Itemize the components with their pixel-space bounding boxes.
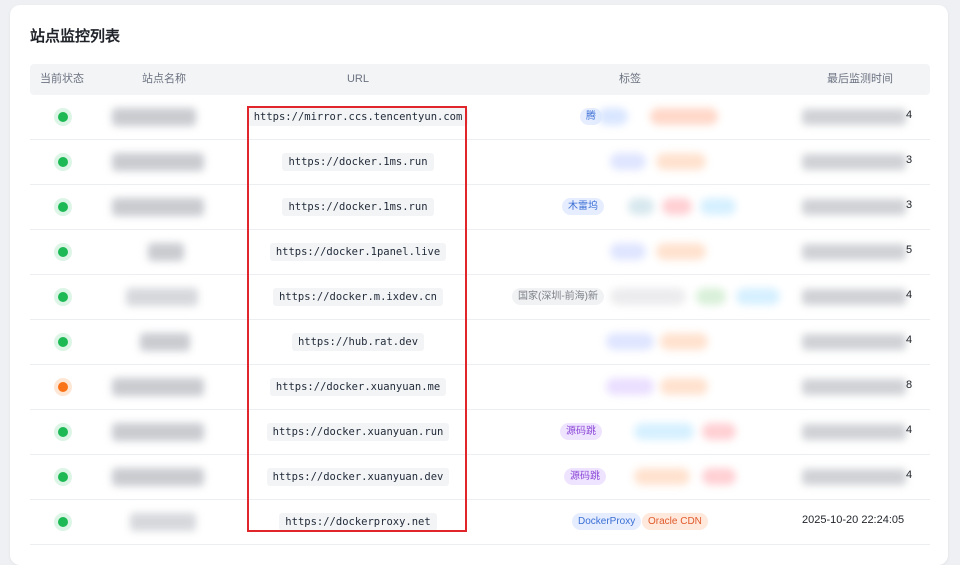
- status-dot-ok: [58, 427, 68, 437]
- tag-oracle-cdn: Oracle CDN: [642, 513, 708, 530]
- status-dot-warning: [58, 382, 68, 392]
- site-url[interactable]: https://docker.1panel.live: [269, 243, 447, 261]
- last-check-time: 4: [906, 469, 913, 481]
- table-row[interactable]: https://docker.xuanyuan.me 8: [30, 365, 930, 410]
- header-url: URL: [346, 73, 369, 85]
- status-dot-ok: [58, 247, 68, 257]
- tag: 木雷坞: [562, 198, 604, 215]
- tag-list: 源码跳: [500, 410, 830, 454]
- site-name-redacted: [112, 198, 204, 216]
- last-check-time: 5: [906, 244, 913, 256]
- tag-dockerproxy: DockerProxy: [572, 513, 642, 530]
- site-monitor-table: 当前状态 站点名称 URL 标签 最后监测时间 https://mirror.c…: [30, 64, 930, 545]
- tag-list: 腾: [500, 95, 830, 139]
- header-tags: 标签: [619, 73, 641, 85]
- site-url[interactable]: https://mirror.ccs.tencentyun.com: [247, 108, 469, 126]
- site-name-redacted: [130, 513, 196, 531]
- site-url[interactable]: https://docker.m.ixdev.cn: [272, 288, 444, 306]
- table-row[interactable]: https://dockerproxy.net DockerProxy Orac…: [30, 500, 930, 545]
- status-dot-ok: [58, 292, 68, 302]
- site-url[interactable]: https://docker.1ms.run: [282, 153, 434, 171]
- site-name-redacted: [112, 378, 204, 396]
- site-name-redacted: [112, 468, 204, 486]
- tag-list: [500, 230, 830, 274]
- tag-list: 木雷坞: [500, 185, 830, 229]
- last-check-time: 3: [906, 199, 913, 211]
- last-check-time: 4: [906, 424, 913, 436]
- tag: 源码跳: [564, 468, 606, 485]
- status-dot-ok: [58, 472, 68, 482]
- table-row[interactable]: https://hub.rat.dev 4: [30, 320, 930, 365]
- table-row[interactable]: https://docker.1ms.run 3: [30, 140, 930, 185]
- site-url[interactable]: https://docker.xuanyuan.dev: [266, 468, 450, 486]
- last-check-time: 8: [906, 379, 913, 391]
- page-title: 站点监控列表: [30, 28, 121, 45]
- site-url[interactable]: https://hub.rat.dev: [291, 333, 425, 351]
- header-last-check: 最后监测时间: [827, 73, 893, 85]
- tag-list: [500, 365, 830, 409]
- site-name-redacted: [140, 333, 190, 351]
- site-name-redacted: [126, 288, 198, 306]
- tag-list: 源码跳: [500, 455, 830, 499]
- header-status: 当前状态: [40, 73, 84, 85]
- site-name-redacted: [112, 108, 196, 126]
- site-name-redacted: [112, 153, 204, 171]
- table-row[interactable]: https://docker.1panel.live 5: [30, 230, 930, 275]
- table-header: 当前状态 站点名称 URL 标签 最后监测时间: [30, 64, 930, 95]
- site-url[interactable]: https://docker.xuanyuan.run: [266, 423, 450, 441]
- site-monitor-card: 站点监控列表 当前状态 站点名称 URL 标签 最后监测时间 https://m…: [10, 5, 948, 565]
- last-check-time: 4: [906, 334, 913, 346]
- last-check-time: 2025-10-20 22:24:05: [802, 514, 905, 526]
- last-check-time: 4: [906, 289, 913, 301]
- tag-list: 国家(深圳-前海)新: [500, 275, 830, 319]
- tag-list: DockerProxy Oracle CDN: [500, 500, 830, 544]
- table-row[interactable]: https://docker.xuanyuan.dev 源码跳 4: [30, 455, 930, 500]
- tag-list: [500, 320, 830, 364]
- status-dot-ok: [58, 157, 68, 167]
- status-dot-ok: [58, 337, 68, 347]
- site-name-redacted: [148, 243, 184, 261]
- site-url[interactable]: https://docker.1ms.run: [282, 198, 434, 216]
- last-check-time: 4: [906, 109, 913, 121]
- table-row[interactable]: https://mirror.ccs.tencentyun.com 腾 4: [30, 95, 930, 140]
- site-url[interactable]: https://dockerproxy.net: [279, 513, 437, 531]
- status-dot-ok: [58, 202, 68, 212]
- tag-list: [500, 140, 830, 184]
- table-row[interactable]: https://docker.xuanyuan.run 源码跳 4: [30, 410, 930, 455]
- table-row[interactable]: https://docker.m.ixdev.cn 国家(深圳-前海)新 4: [30, 275, 930, 320]
- table-row[interactable]: https://docker.1ms.run 木雷坞 3: [30, 185, 930, 230]
- last-check-time: 3: [906, 154, 913, 166]
- site-name-redacted: [112, 423, 204, 441]
- tag: 源码跳: [560, 423, 602, 440]
- status-dot-ok: [58, 112, 68, 122]
- tag: 国家(深圳-前海)新: [512, 288, 604, 305]
- site-url[interactable]: https://docker.xuanyuan.me: [269, 378, 447, 396]
- header-name: 站点名称: [142, 73, 186, 85]
- status-dot-ok: [58, 517, 68, 527]
